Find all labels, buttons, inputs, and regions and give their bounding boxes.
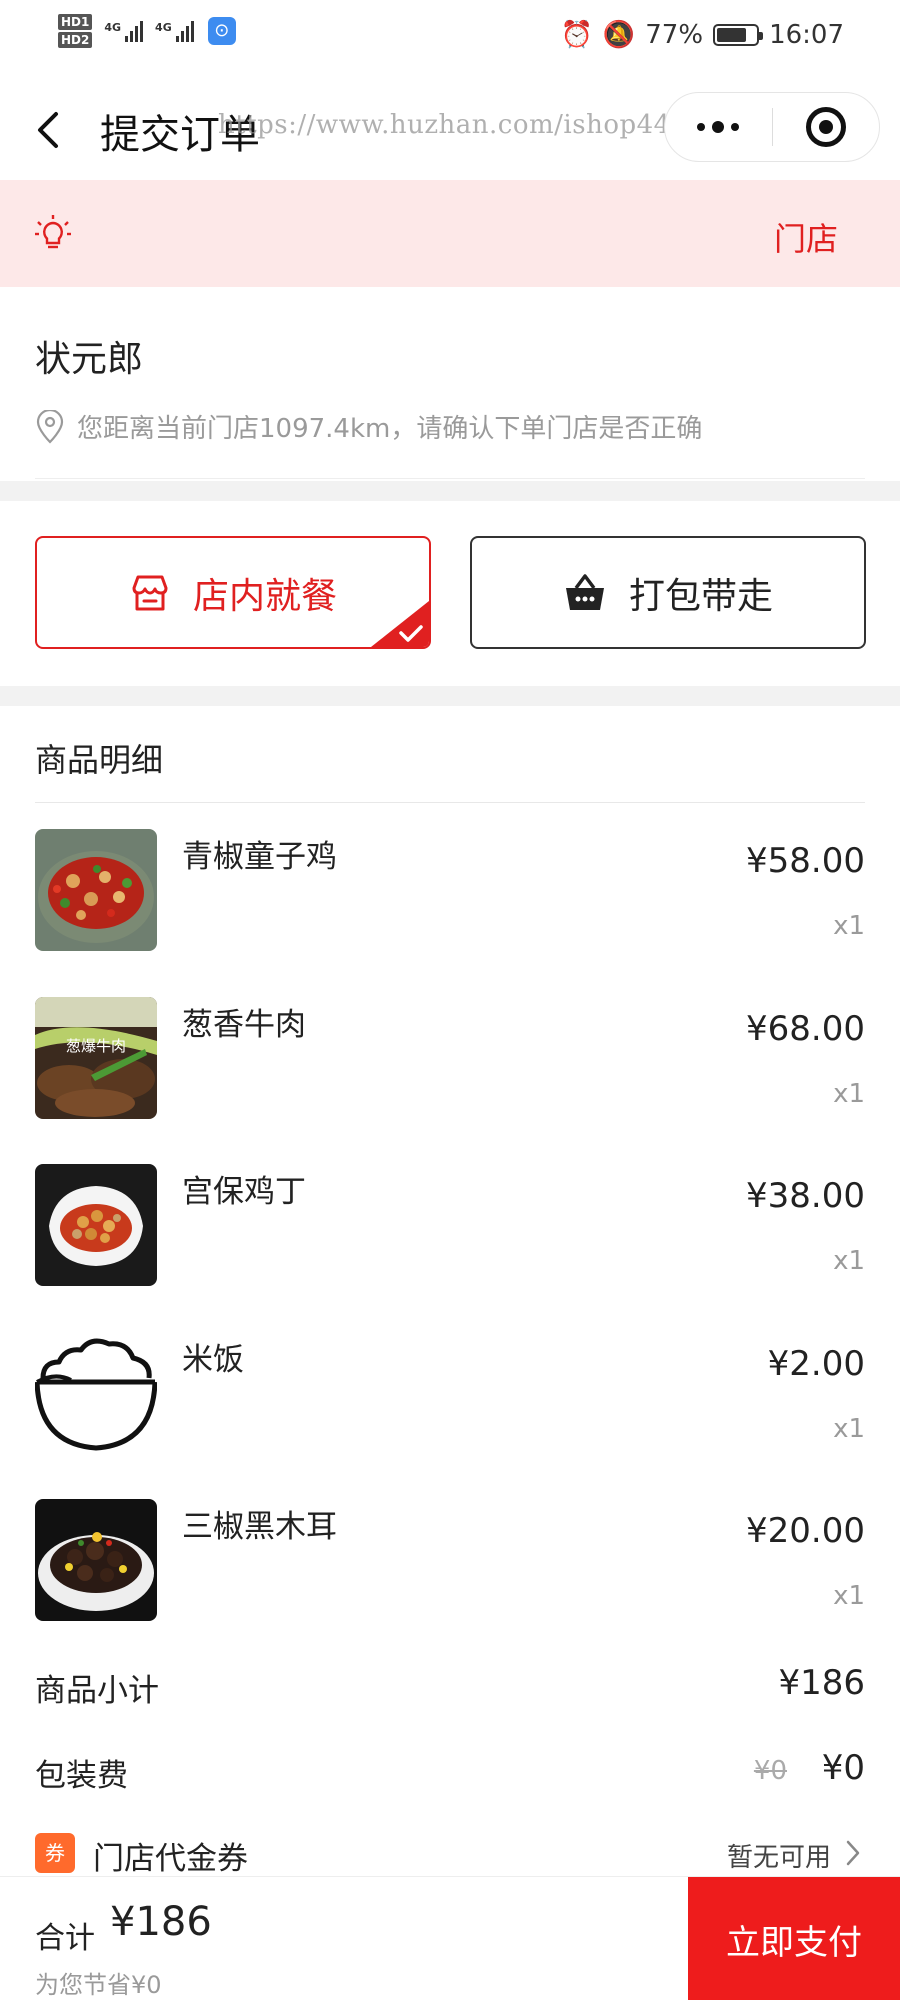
basket-icon — [565, 573, 604, 610]
location-row: 您距离当前门店1097.4km，请确认下单门店是否正确 — [35, 408, 702, 445]
total-value: ¥186 — [110, 1899, 212, 1945]
target-icon — [805, 107, 846, 147]
network-label-1: 4G — [104, 20, 122, 34]
item-name: 葱香牛肉 — [182, 1007, 306, 1043]
goods-item: 三椒黑木耳 ¥20.00 x1 — [35, 1499, 865, 1621]
location-hint: 您距离当前门店1097.4km，请确认下单门店是否正确 — [77, 414, 703, 444]
item-quantity: x1 — [833, 1079, 865, 1109]
subtotal-row: 商品小计 ¥186 — [35, 1663, 865, 1715]
goods-item: 宫保鸡丁 ¥38.00 x1 — [35, 1164, 865, 1286]
item-quantity: x1 — [833, 1414, 865, 1444]
pay-now-button[interactable]: 立即支付 — [688, 1877, 900, 2000]
subtotal-value: ¥186 — [778, 1663, 865, 1703]
item-name: 米饭 — [182, 1342, 244, 1378]
hd-indicators: HD1 HD2 — [58, 14, 93, 48]
item-price: ¥38.00 — [746, 1176, 865, 1216]
goods-item: 米饭 ¥2.00 x1 — [35, 1332, 865, 1454]
item-price: ¥2.00 — [767, 1344, 865, 1384]
dish-image: 葱爆牛肉 — [35, 997, 157, 1119]
signal-icon: 4G — [104, 20, 144, 42]
item-price: ¥58.00 — [746, 841, 865, 881]
item-quantity: x1 — [833, 1246, 865, 1276]
coupon-label: 门店代金券 — [93, 1841, 248, 1877]
more-button[interactable] — [665, 92, 772, 162]
dish-image — [35, 1164, 157, 1286]
dine-in-label: 店内就餐 — [192, 575, 337, 617]
packing-fee-value: ¥0 — [821, 1748, 865, 1788]
battery-fill — [717, 28, 747, 42]
store-name: 状元郎 — [35, 339, 144, 380]
clock: 16:07 — [769, 20, 844, 50]
close-mini-program-button[interactable] — [773, 92, 880, 162]
location-pin-icon — [36, 409, 64, 444]
lightbulb-icon — [35, 215, 71, 249]
takeaway-label: 打包带走 — [628, 575, 773, 617]
dine-in-button[interactable]: 店内就餐 — [35, 536, 431, 649]
mute-icon: 🔕 — [602, 20, 636, 50]
coupon-badge-icon: 券 — [35, 1833, 75, 1873]
section-gap — [0, 481, 900, 501]
subtotal-label: 商品小计 — [35, 1673, 159, 1709]
packing-fee-original: ¥0 — [753, 1756, 787, 1786]
item-name: 青椒童子鸡 — [182, 839, 337, 875]
takeaway-button[interactable]: 打包带走 — [470, 536, 866, 649]
dish-image-caption: 葱爆牛肉 — [66, 1037, 126, 1055]
dish-image — [35, 829, 157, 951]
back-arrow-icon[interactable] — [30, 108, 70, 152]
total-label: 合计 — [35, 1921, 95, 1956]
more-dot-icon — [712, 121, 725, 133]
battery-percent: 77% — [645, 20, 704, 50]
store-link[interactable]: 门店 — [774, 214, 838, 260]
goods-item: 青椒童子鸡 ¥58.00 x1 — [35, 829, 865, 951]
packing-fee-label: 包装费 — [35, 1758, 128, 1794]
more-dot-icon — [731, 123, 740, 131]
item-quantity: x1 — [833, 1581, 865, 1611]
chevron-right-icon — [846, 1840, 860, 1866]
dish-image — [35, 1499, 157, 1621]
checkout-footer: 合计 ¥186 为您节省¥0 立即支付 — [0, 1876, 900, 2000]
goods-item: 葱爆牛肉 葱香牛肉 ¥68.00 x1 — [35, 997, 865, 1119]
goods-section-title: 商品明细 — [35, 741, 164, 779]
item-name: 宫保鸡丁 — [182, 1174, 306, 1210]
packing-fee-row: 包装费 ¥0 ¥0 — [35, 1748, 865, 1800]
savings-text: 为您节省¥0 — [35, 1971, 162, 1999]
status-left: HD1 HD2 4G 4G ⊙ — [58, 14, 236, 48]
signal-icon-2: 4G — [155, 20, 194, 42]
item-name: 三椒黑木耳 — [182, 1509, 337, 1545]
section-gap — [0, 686, 900, 706]
status-right: ⏰ 🔕 77% 16:07 — [561, 20, 844, 50]
item-price: ¥68.00 — [746, 1009, 865, 1049]
watermark: https://www.huzhan.com/ishop44453 — [218, 110, 722, 140]
network-label-2: 4G — [155, 20, 172, 34]
app-notification-icon: ⊙ — [207, 17, 236, 45]
selected-check-icon — [371, 601, 429, 647]
battery-icon — [713, 24, 764, 46]
notice-bar: 门店 — [0, 180, 900, 287]
store-icon — [132, 575, 168, 610]
mini-program-capsule — [664, 92, 880, 162]
hd1-badge: HD1 — [58, 14, 93, 30]
alarm-icon: ⏰ — [560, 20, 593, 50]
divider — [35, 802, 865, 803]
item-quantity: x1 — [833, 911, 865, 941]
rice-bowl-icon — [35, 1332, 157, 1454]
more-dot-icon — [697, 123, 706, 131]
nav-bar: 提交订单 https://www.huzhan.com/ishop44453 — [0, 80, 900, 180]
item-price: ¥20.00 — [746, 1511, 865, 1551]
coupon-status: 暂无可用 — [726, 1843, 831, 1873]
divider — [35, 478, 865, 479]
status-bar: HD1 HD2 4G 4G ⊙ ⏰ 🔕 77% 16:07 — [0, 0, 900, 80]
hd2-badge: HD2 — [58, 32, 93, 48]
